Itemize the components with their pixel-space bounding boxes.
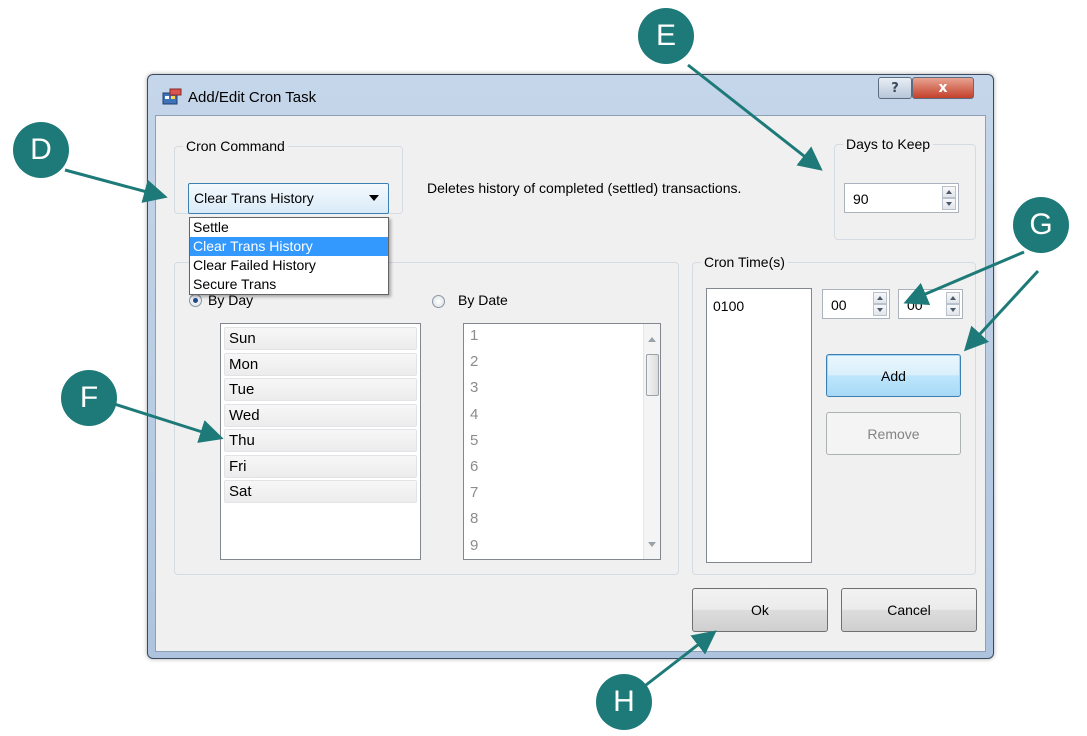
arrow-f — [107, 400, 224, 443]
arrow-g2 — [963, 269, 1040, 352]
callout-f: F — [61, 370, 117, 426]
callout-e: E — [638, 8, 694, 64]
arrow-h — [645, 630, 717, 687]
arrow-e — [687, 63, 823, 171]
arrow-d — [64, 168, 168, 203]
arrow-g1 — [903, 250, 1025, 305]
callout-arrows — [64, 63, 1040, 687]
callout-h: H — [596, 674, 652, 730]
callout-d: D — [13, 122, 69, 178]
callout-g: G — [1013, 197, 1069, 253]
